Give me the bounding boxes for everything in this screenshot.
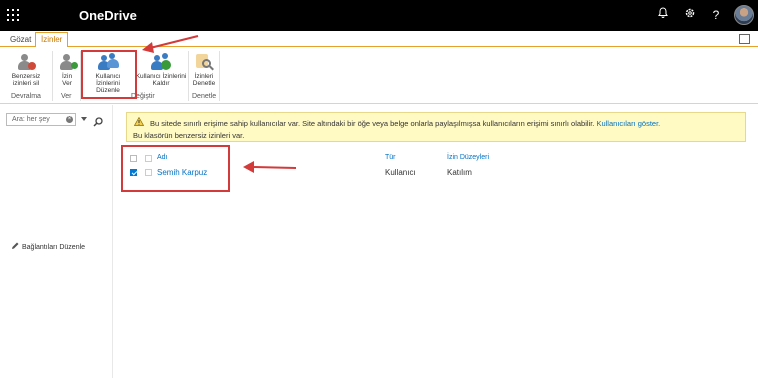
annotation-arrow	[142, 35, 199, 53]
chevron-down-icon[interactable]	[81, 117, 87, 121]
suite-bar: OneDrive ?	[0, 0, 758, 31]
column-header-type[interactable]: Tür	[385, 154, 396, 161]
check-permissions-icon	[193, 53, 215, 71]
button-label: İzinleri Denetle	[192, 73, 216, 87]
show-users-link[interactable]: Kullanıcıları göster.	[596, 119, 660, 128]
group-label-check: Denetle	[192, 93, 217, 100]
warning-line-2: Bu klasörün benzersiz izinleri var.	[133, 131, 245, 140]
annotation-box	[81, 50, 137, 99]
edit-links-link[interactable]: Bağlantıları Düzenle	[11, 242, 85, 251]
ribbon-tabs: Gözat İzinler	[0, 31, 758, 48]
delete-unique-permissions-icon	[15, 53, 37, 71]
clear-icon[interactable]: ×	[66, 116, 73, 123]
app-title[interactable]: OneDrive	[79, 8, 137, 23]
column-header-permission-levels[interactable]: İzin Düzeyleri	[447, 154, 489, 161]
help-icon[interactable]: ?	[708, 7, 724, 23]
tab-browse[interactable]: Gözat	[6, 34, 35, 45]
check-permissions-button[interactable]: İzinleri Denetle	[192, 53, 216, 87]
pencil-icon	[11, 242, 19, 250]
button-label: İzin Ver	[61, 73, 73, 87]
user-type: Kullanıcı	[385, 168, 416, 177]
button-label: Benzersiz izinleri sil	[11, 73, 41, 87]
avatar[interactable]	[734, 5, 754, 25]
warning-banner: Bu sitede sınırlı erişime sahip kullanıc…	[126, 112, 746, 142]
annotation-box	[121, 145, 230, 192]
button-label: Kullanıcı İzinlerini Kaldır	[135, 73, 187, 87]
notifications-icon[interactable]	[655, 7, 671, 23]
search-icon[interactable]	[93, 114, 103, 127]
grant-permissions-icon	[57, 53, 79, 71]
warning-line-1: Bu sitede sınırlı erişime sahip kullanıc…	[150, 119, 660, 128]
remove-user-permissions-button[interactable]: Kullanıcı İzinlerini Kaldır	[135, 53, 187, 87]
search-input[interactable]: Ara: her şey ×	[6, 113, 76, 126]
left-navigation: Ara: her şey × Bağlantıları Düzenle	[0, 105, 113, 378]
annotation-arrow	[243, 161, 297, 173]
app-launcher-icon[interactable]	[7, 9, 19, 21]
grant-permissions-button[interactable]: İzin Ver	[57, 53, 79, 87]
delete-unique-permissions-button[interactable]: Benzersiz izinleri sil	[3, 53, 49, 87]
group-separator	[52, 51, 53, 101]
group-separator	[219, 51, 220, 101]
warning-icon	[133, 116, 145, 126]
permission-level: Katılım	[447, 168, 472, 177]
tab-permissions[interactable]: İzinler	[35, 32, 69, 48]
group-separator	[188, 51, 189, 101]
focus-mode-icon[interactable]	[739, 34, 750, 44]
warning-text: Bu sitede sınırlı erişime sahip kullanıc…	[150, 119, 595, 128]
remove-user-permissions-icon	[150, 53, 172, 71]
edit-links-label: Bağlantıları Düzenle	[22, 244, 86, 251]
group-label-inheritance: Devralma	[11, 93, 41, 100]
search-placeholder: Ara: her şey	[12, 116, 50, 123]
group-label-grant: Ver	[61, 93, 72, 100]
gear-icon[interactable]	[682, 7, 698, 23]
